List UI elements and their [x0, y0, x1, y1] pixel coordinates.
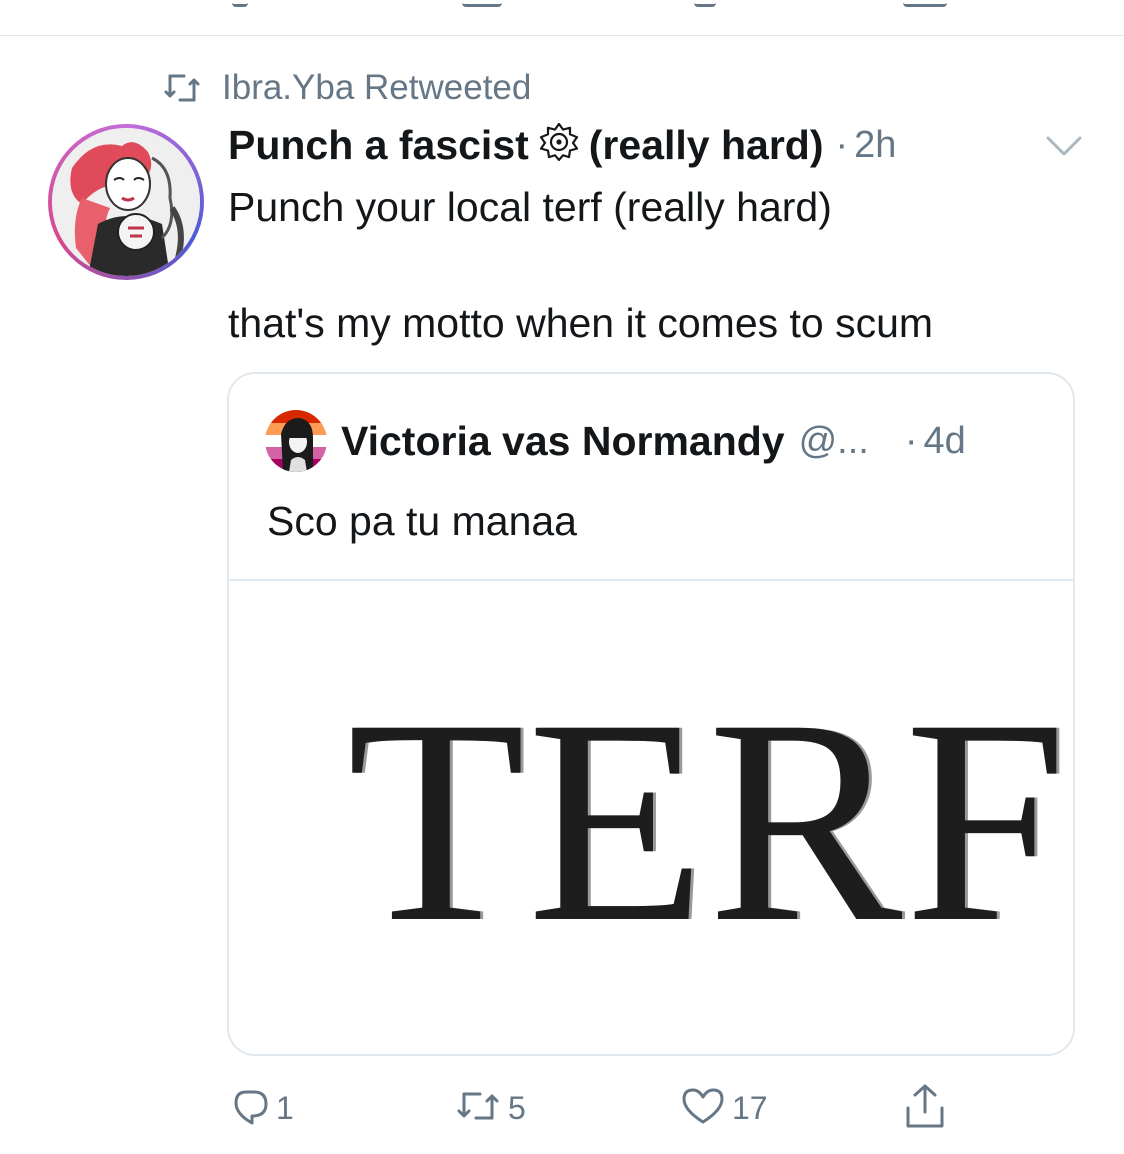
reply-button[interactable]: 1 [230, 1080, 294, 1136]
retweet-icon [454, 1088, 502, 1129]
star-emblem-icon [539, 122, 579, 168]
quoted-tweet-image[interactable]: TERF [229, 581, 1073, 1054]
tweet-text-line-1: Punch your local terf (really hard) [228, 184, 832, 230]
quoted-tweet-header: Victoria vas Normandy @... · 4d [265, 410, 966, 472]
tweet-text: Punch your local terf (really hard) that… [228, 178, 933, 352]
quoted-tweet-timestamp: 4d [923, 419, 966, 462]
retweet-button[interactable]: 5 [454, 1080, 526, 1136]
quoted-header-separator: · [904, 419, 918, 462]
author-display-name[interactable]: Punch a fascist [228, 122, 529, 169]
author-display-name-suffix[interactable]: (really hard) [589, 122, 824, 169]
quoted-tweet-card[interactable]: Victoria vas Normandy @... · 4d Sco pa t… [227, 372, 1075, 1056]
share-button[interactable] [902, 1080, 948, 1136]
reply-count: 1 [276, 1089, 294, 1126]
quoted-author-name: Victoria vas Normandy [341, 417, 785, 464]
like-count: 17 [732, 1089, 768, 1126]
retweeted-by-text: Ibra.Yba Retweeted [222, 68, 532, 107]
previous-tweet-actions-remnant [0, 0, 1124, 10]
image-caption-text: TERF [347, 660, 1069, 983]
quoted-author-avatar [265, 410, 327, 472]
header-separator: · [835, 123, 849, 166]
like-icon-remnant [694, 0, 716, 7]
share-icon [902, 1082, 948, 1135]
retweet-icon [162, 72, 202, 104]
tweet-divider [0, 35, 1124, 36]
heart-icon [680, 1086, 726, 1131]
quoted-tweet-text: Sco pa tu manaa [267, 498, 577, 544]
retweet-count: 5 [508, 1089, 526, 1126]
tweet-header: Punch a fascist (really hard) · 2h [228, 118, 896, 172]
share-icon-remnant [903, 0, 947, 7]
retweet-context[interactable]: Ibra.Yba Retweeted [162, 66, 531, 110]
quoted-author-handle: @... [798, 419, 869, 462]
avatar-illustration [52, 128, 200, 276]
author-avatar[interactable] [48, 124, 204, 280]
retweet-icon-remnant [462, 0, 502, 7]
reply-icon [230, 1086, 270, 1131]
tweet-action-bar: 1 5 17 [0, 1080, 1124, 1136]
tweet-timestamp[interactable]: 2h [854, 124, 896, 167]
tweet-text-line-2: that's my motto when it comes to scum [228, 300, 934, 346]
like-button[interactable]: 17 [680, 1080, 768, 1136]
reply-icon-remnant [232, 0, 248, 7]
chevron-down-icon[interactable] [1044, 132, 1084, 165]
